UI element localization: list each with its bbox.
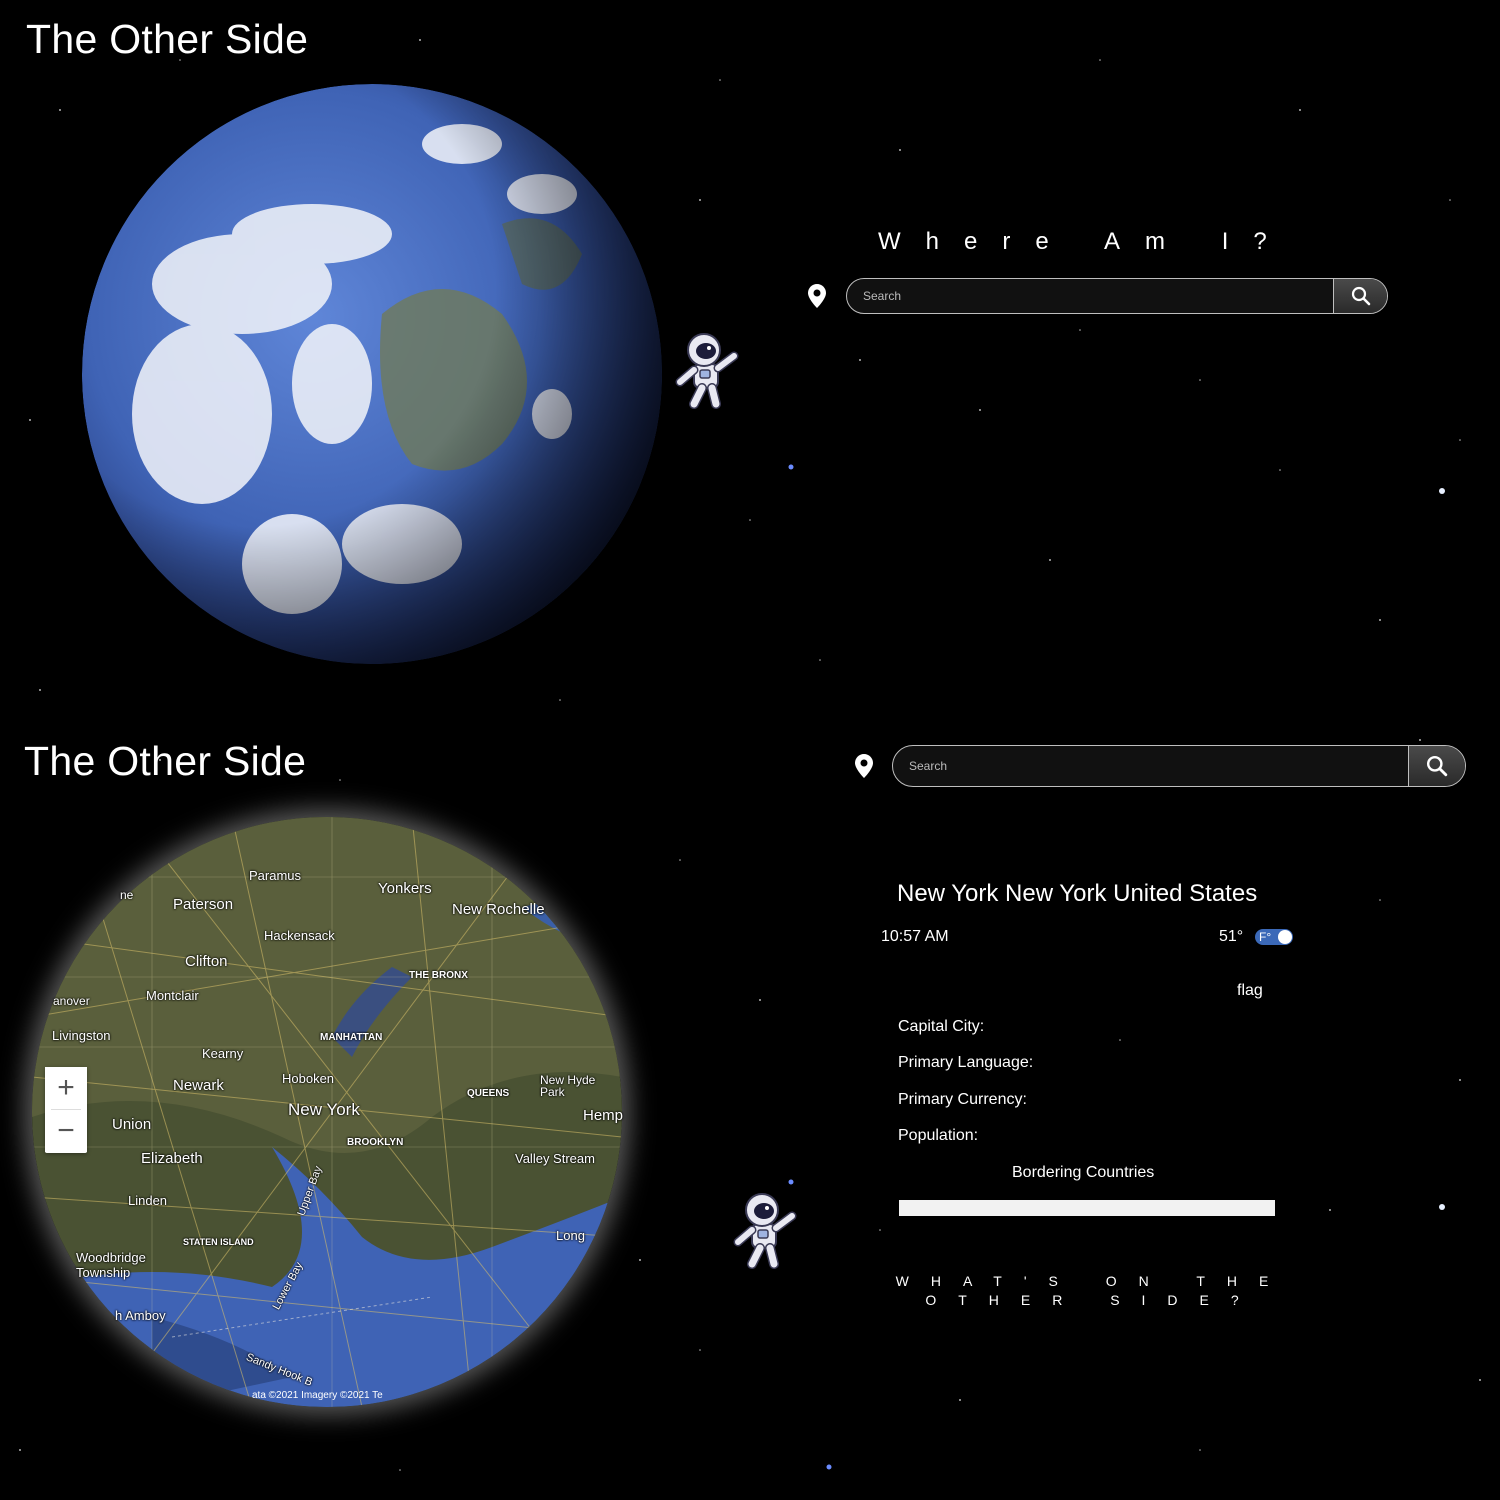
map-label: Hoboken	[282, 1071, 335, 1086]
landing-panel: The Other Side Where Am I? Search	[0, 0, 1500, 725]
toggle-knob	[1278, 930, 1292, 944]
map-label: QUEENS	[467, 1088, 510, 1099]
country-flag: flag	[1237, 982, 1263, 999]
bordering-countries-label: Bordering Countries	[1012, 1164, 1155, 1181]
astronaut-icon	[730, 1190, 800, 1270]
map-label: Hackensack	[264, 928, 335, 943]
app-title: The Other Side	[26, 16, 309, 62]
unit-label: F°	[1259, 930, 1272, 944]
map-label: Elizabeth	[141, 1150, 203, 1167]
map-label: Paterson	[173, 896, 234, 913]
search-button[interactable]	[1408, 746, 1465, 786]
bordering-countries-list	[899, 1200, 1275, 1216]
map-label: THE BRONX	[409, 970, 468, 981]
search-input[interactable]	[893, 746, 1408, 786]
where-am-i-heading: Where Am I?	[878, 228, 1292, 255]
primary-currency-label: Primary Currency:	[898, 1091, 1027, 1108]
map-attribution: ata ©2021 Imagery ©2021 Te	[252, 1390, 383, 1401]
globe-image[interactable]	[82, 84, 662, 664]
map-label: MANHATTAN	[320, 1032, 383, 1043]
primary-language-label: Primary Language:	[898, 1054, 1034, 1071]
map-label: Livingston	[52, 1028, 111, 1043]
app-title-secondary: The Other Side	[24, 738, 307, 784]
map-label: ne	[120, 888, 134, 902]
map-label: Union	[112, 1116, 152, 1133]
search-icon	[1351, 286, 1370, 306]
map-label: Long	[556, 1228, 585, 1243]
search-icon	[1426, 755, 1448, 777]
map-label: Valley Stream	[515, 1151, 595, 1166]
astronaut-icon	[672, 330, 742, 410]
search-button[interactable]	[1333, 279, 1387, 313]
local-time: 10:57 AM	[881, 928, 949, 945]
temperature-unit-toggle[interactable]: F°	[1255, 929, 1293, 945]
map-label: Yonkers	[378, 880, 432, 897]
map-label: Paramus	[249, 868, 302, 883]
temperature: 51°	[1219, 928, 1244, 945]
map-label: Montclair	[146, 988, 199, 1003]
population-label: Population:	[898, 1127, 979, 1144]
location-name: New York New York United States	[897, 880, 1258, 907]
map-label: Linden	[128, 1193, 168, 1208]
map-label: New York	[288, 1100, 360, 1119]
map-label: BROOKLYN	[347, 1137, 404, 1148]
search-input[interactable]	[847, 279, 1333, 313]
map-label: Newark	[173, 1077, 224, 1094]
tagline: WHAT'S ON THE OTHER SIDE?	[895, 1273, 1291, 1308]
location-pin-icon[interactable]	[808, 284, 826, 308]
search-bar	[846, 278, 1388, 314]
zoom-out-button[interactable]: −	[45, 1110, 87, 1152]
map-label: h Amboy	[115, 1308, 166, 1323]
location-pin-icon[interactable]	[855, 754, 873, 778]
map-label: Kearny	[202, 1046, 244, 1061]
capital-city-label: Capital City:	[898, 1018, 985, 1035]
map-label: New Rochelle	[452, 901, 545, 918]
map-label: anover	[53, 994, 90, 1008]
map-label: Woodbridge Township	[76, 1250, 146, 1280]
map-label: Hemp	[583, 1107, 624, 1124]
map-label: STATEN ISLAND	[183, 1237, 254, 1247]
map-label: New Hyde Park	[540, 1073, 596, 1099]
map-zoom-control: + −	[45, 1067, 87, 1153]
zoom-in-button[interactable]: +	[45, 1067, 87, 1109]
map-label: Clifton	[185, 953, 228, 970]
search-bar-secondary	[892, 745, 1466, 787]
